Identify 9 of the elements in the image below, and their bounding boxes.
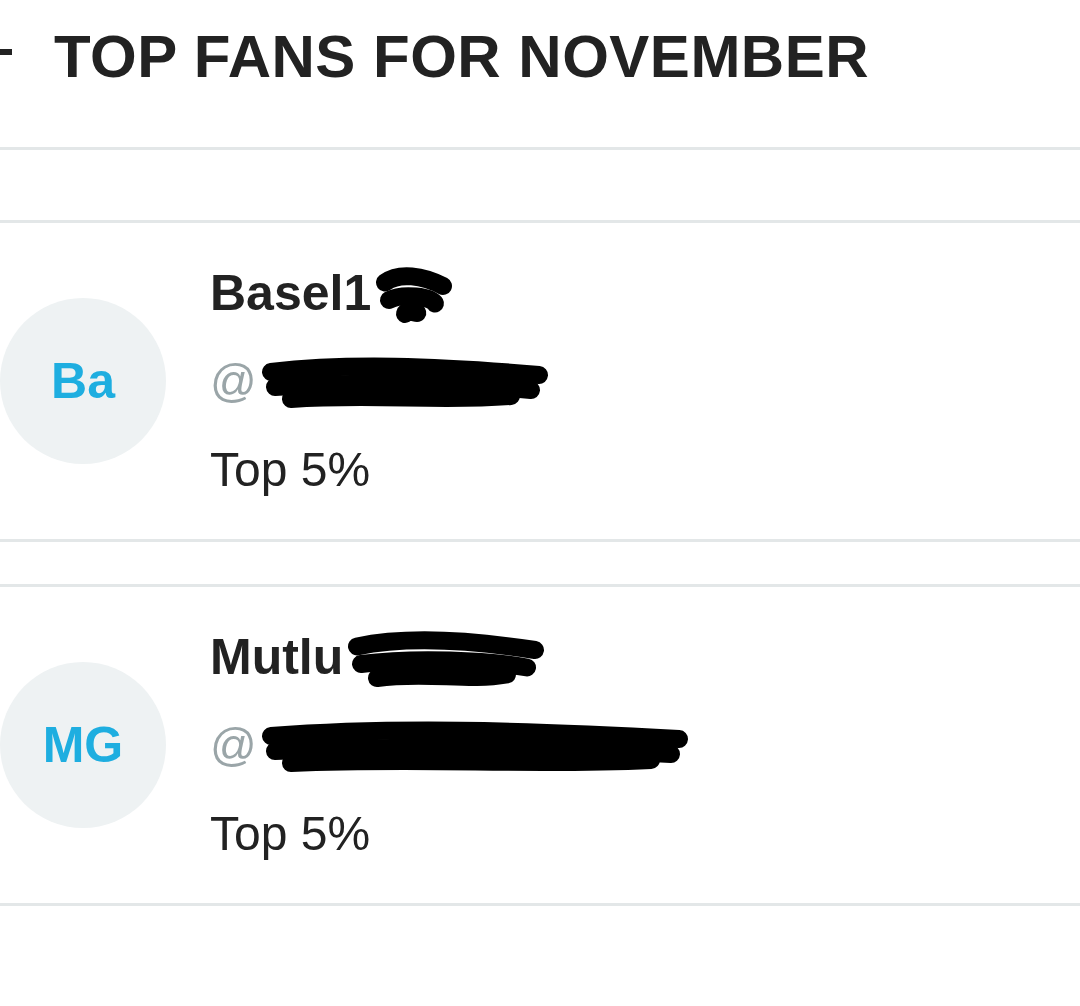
avatar: MG: [0, 662, 166, 828]
fan-handle: @: [210, 354, 257, 408]
avatar: Ba: [0, 298, 166, 464]
fan-rank: Top 5%: [210, 805, 371, 861]
fan-name[interactable]: Basel1: [210, 264, 372, 322]
fan-rank: Top 5%: [210, 441, 371, 497]
fan-name[interactable]: Mutlu: [210, 628, 344, 686]
fan-handle: @: [210, 718, 257, 772]
page-title: TOP FANS FOR NOVEMBER: [54, 22, 870, 92]
